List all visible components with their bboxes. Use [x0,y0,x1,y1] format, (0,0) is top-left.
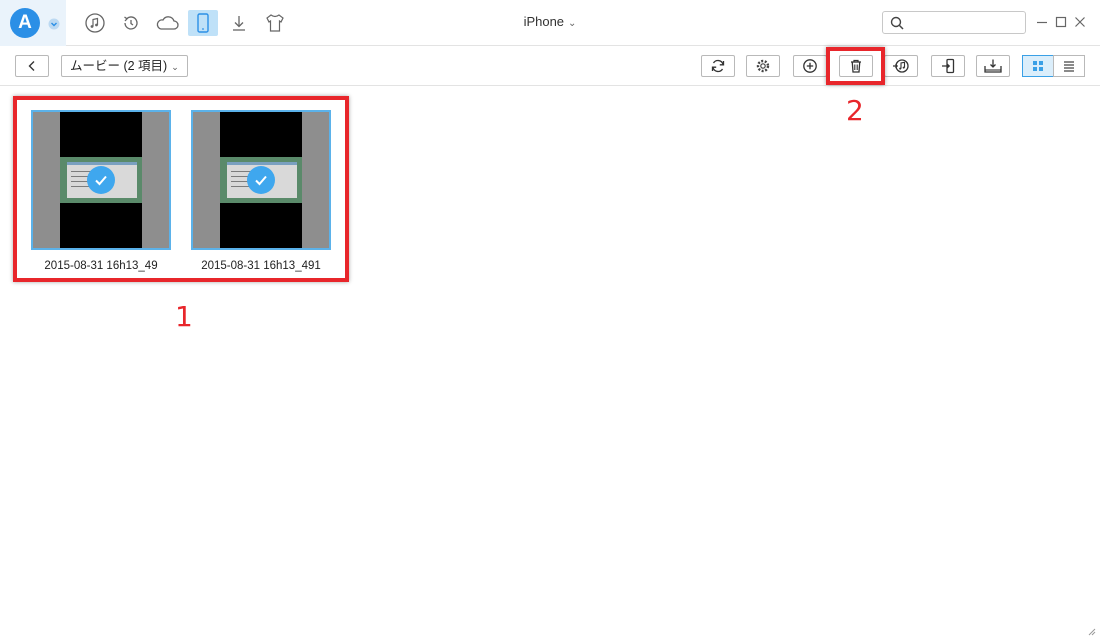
search-box[interactable] [882,11,1026,34]
settings-button[interactable] [746,55,780,77]
toolbar: ムービー (2 項目) ⌄ [0,46,1100,86]
annotation-box-1 [13,96,349,282]
chevron-down-icon: ⌄ [568,18,577,29]
back-button[interactable] [15,55,49,77]
refresh-button[interactable] [701,55,735,77]
search-input[interactable] [909,14,1021,31]
grid-icon [1033,61,1043,71]
to-itunes-button[interactable] [884,55,918,77]
breadcrumb-label: ムービー (2 項目) [70,59,168,73]
category-selector[interactable]: ムービー (2 項目) ⌄ [61,55,188,77]
chevron-down-icon: ⌄ [171,62,179,72]
device-name: iPhone [523,14,565,29]
backup-restore-icon[interactable] [116,10,146,36]
app-logo-area[interactable]: A [0,0,66,46]
list-icon [1064,61,1074,72]
add-icon [803,59,817,73]
grid-view-button[interactable] [1022,55,1054,77]
annotation-number-2: 2 [846,94,864,127]
cloud-icon[interactable] [152,10,182,36]
add-button[interactable] [793,55,827,77]
logo-menu-chevron-icon[interactable] [48,18,60,30]
minimize-icon [1037,21,1047,24]
close-button[interactable] [1072,14,1088,30]
to-itunes-icon [893,59,909,73]
close-icon [1075,17,1085,27]
device-selector[interactable]: iPhone ⌄ [500,14,600,32]
maximize-button[interactable] [1053,14,1069,30]
to-device-button[interactable] [931,55,965,77]
chevron-left-icon [28,61,35,71]
app-logo[interactable]: A [10,8,40,38]
refresh-icon [711,59,725,73]
music-icon[interactable] [80,10,110,36]
minimize-button[interactable] [1034,14,1050,30]
shirt-icon[interactable] [260,10,290,36]
title-bar: A iPhone ⌄ [0,0,1100,46]
list-view-button[interactable] [1053,55,1085,77]
search-icon [890,16,904,30]
resize-grip-icon[interactable] [1086,626,1096,636]
maximize-icon [1055,16,1067,28]
view-mode-toggle [1022,55,1086,77]
gear-icon [756,59,770,73]
device-icon[interactable] [188,10,218,36]
to-computer-button[interactable] [976,55,1010,77]
download-icon[interactable] [224,10,254,36]
to-device-icon [942,58,955,74]
annotation-box-2 [826,47,885,85]
annotation-number-1: 1 [175,300,193,333]
to-computer-icon [984,59,1002,73]
